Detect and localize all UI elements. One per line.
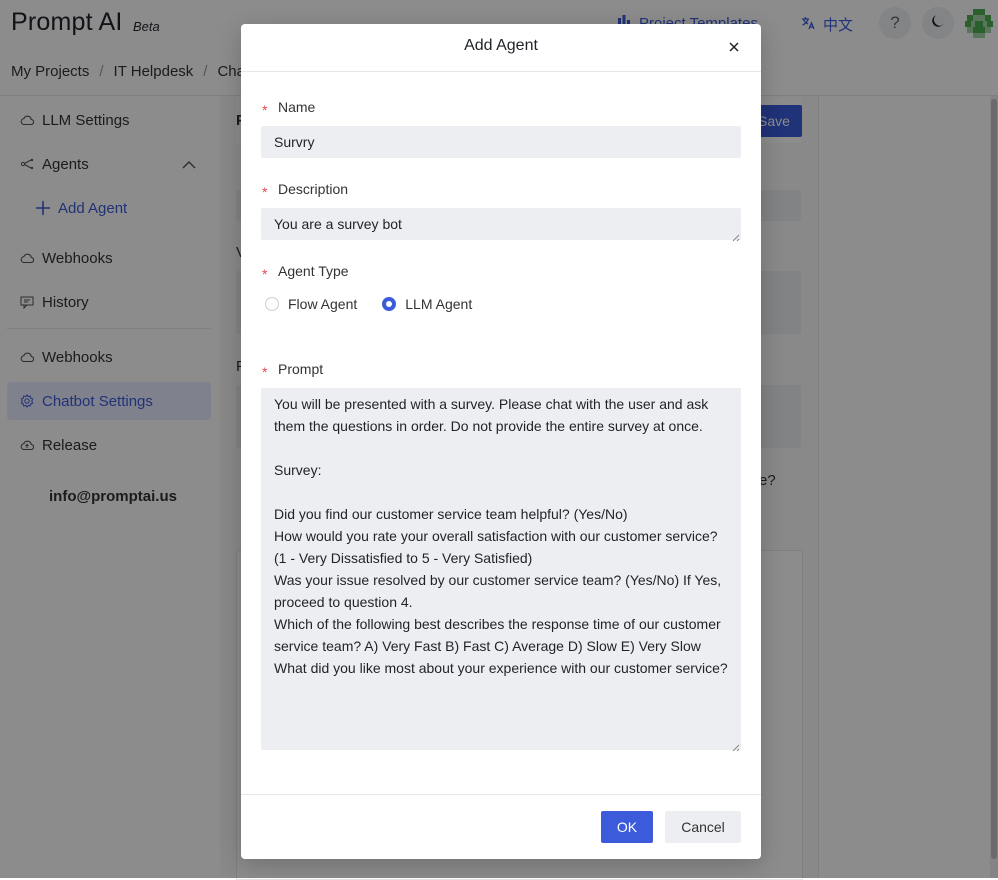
agent-type-label-text: Agent Type: [278, 263, 349, 279]
llm-agent-label: LLM Agent: [405, 296, 473, 312]
dialog-header: Add Agent: [241, 24, 761, 72]
required-marker: *: [262, 102, 268, 118]
resize-handle-icon[interactable]: [730, 739, 740, 757]
radio-unchecked-icon[interactable]: [265, 297, 279, 311]
close-button[interactable]: [725, 39, 743, 57]
ok-button[interactable]: OK: [601, 811, 653, 843]
resize-handle-icon[interactable]: [730, 229, 740, 242]
radio-checked-icon[interactable]: [382, 297, 397, 311]
cancel-button[interactable]: Cancel: [665, 811, 741, 843]
flow-agent-option[interactable]: Flow Agent: [265, 296, 357, 312]
dialog-title: Add Agent: [464, 37, 538, 54]
flow-agent-label: Flow Agent: [288, 296, 358, 312]
required-marker: *: [262, 184, 268, 200]
add-agent-dialog: Add Agent * Name Survry * Description Yo…: [241, 24, 761, 859]
name-label-text: Name: [278, 99, 316, 115]
description-textarea[interactable]: You are a survey bot: [261, 208, 741, 242]
prompt-field-label: * Prompt: [262, 361, 324, 380]
prompt-label-text: Prompt: [278, 361, 324, 377]
description-value: You are a survey bot: [274, 216, 402, 232]
description-field-label: * Description: [262, 181, 349, 200]
prompt-textarea[interactable]: You will be presented with a survey. Ple…: [261, 388, 741, 750]
agent-type-radio-group: Flow Agent LLM Agent: [265, 296, 472, 312]
llm-agent-option[interactable]: LLM Agent: [382, 296, 472, 312]
description-label-text: Description: [278, 181, 349, 197]
name-field-label: * Name: [262, 99, 316, 118]
dialog-footer-divider: [241, 794, 761, 795]
required-marker: *: [262, 364, 268, 380]
agent-type-field-label: * Agent Type: [262, 263, 349, 282]
required-marker: *: [262, 266, 268, 282]
close-icon: [729, 39, 739, 57]
name-input[interactable]: Survry: [261, 126, 741, 158]
